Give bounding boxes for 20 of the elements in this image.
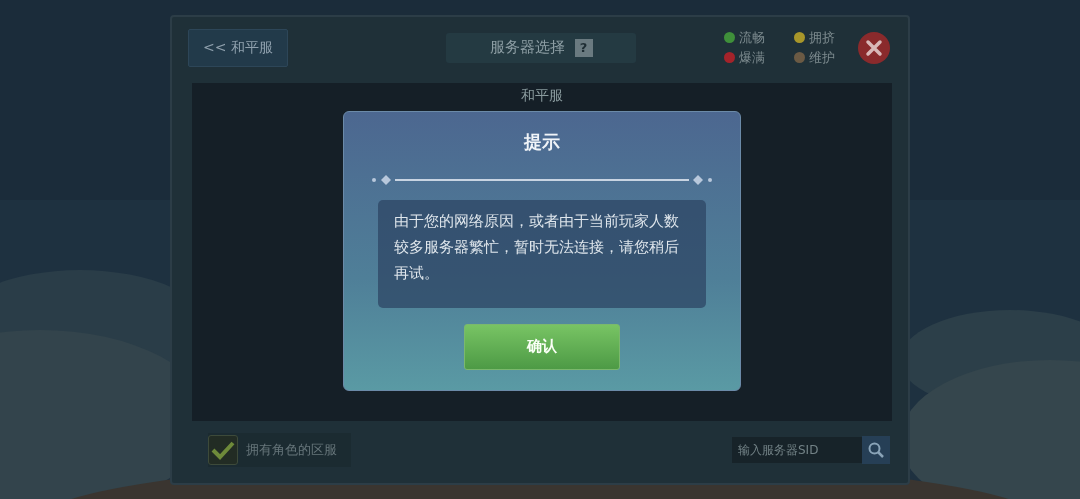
legend-label: 拥挤: [809, 28, 835, 47]
server-group-heading: 和平服: [521, 85, 563, 104]
check-icon: [211, 440, 235, 460]
close-icon: [865, 38, 883, 57]
back-button[interactable]: << 和平服: [188, 28, 288, 67]
search-button[interactable]: [862, 436, 890, 464]
checkbox[interactable]: [208, 435, 238, 465]
legend-label: 流畅: [739, 28, 765, 47]
confirm-button[interactable]: 确认: [464, 323, 620, 370]
dialog-title: 提示: [524, 129, 560, 154]
close-button[interactable]: [858, 31, 890, 64]
legend-label: 爆满: [739, 48, 765, 67]
panel-title: 服务器选择: [489, 38, 565, 58]
legend-label: 维护: [809, 48, 835, 67]
search-field[interactable]: 输入服务器SID: [732, 437, 862, 463]
search-icon: [867, 441, 885, 459]
dialog-message: 由于您的网络原因，或者由于当前玩家人数较多服务器繁忙，暂时无法连接，请您稍后再试。: [378, 199, 706, 308]
ornament-divider-icon: [371, 173, 713, 186]
help-button[interactable]: ?: [574, 38, 593, 57]
checkbox-label: 拥有角色的区服: [246, 441, 337, 459]
